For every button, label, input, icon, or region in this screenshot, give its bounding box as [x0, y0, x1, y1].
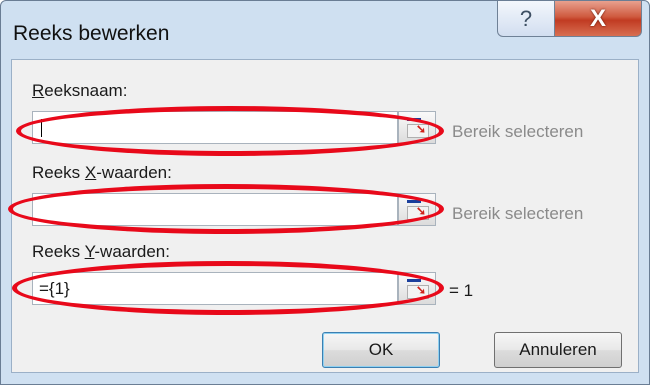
- edit-series-dialog: Reeks bewerken ? X Reeksnaam: ➘ Bereik s…: [0, 0, 650, 385]
- series-name-label-text: eeksnaam:: [44, 81, 128, 100]
- series-name-range-hint: Bereik selecteren: [452, 122, 584, 141]
- x-values-range-picker-button[interactable]: ➘: [398, 193, 436, 226]
- y-values-range-picker-button[interactable]: ➘: [398, 272, 436, 305]
- dialog-content: Reeksnaam: ➘ Bereik selecteren Reeks X-w…: [11, 59, 639, 373]
- x-values-label: Reeks X-waarden:: [32, 163, 172, 182]
- x-values-input[interactable]: [32, 193, 398, 226]
- help-button[interactable]: ?: [497, 1, 555, 37]
- dialog-title: Reeks bewerken: [13, 22, 170, 45]
- close-button[interactable]: X: [554, 1, 642, 37]
- series-name-range-picker-button[interactable]: ➘: [398, 111, 436, 144]
- x-values-range-hint: Bereik selecteren: [452, 204, 584, 223]
- ok-button[interactable]: OK: [322, 332, 440, 368]
- cancel-button[interactable]: Annuleren: [494, 332, 622, 368]
- title-bar[interactable]: Reeks bewerken ? X: [1, 1, 649, 59]
- series-name-label: Reeksnaam:: [32, 81, 128, 100]
- text-caret: [41, 119, 42, 137]
- y-values-label: Reeks Y-waarden:: [32, 242, 170, 261]
- y-values-input[interactable]: ={1}: [32, 272, 398, 305]
- y-values-value: ={1}: [39, 279, 70, 298]
- close-icon: X: [589, 4, 606, 32]
- series-name-input[interactable]: [32, 111, 398, 144]
- y-values-result: = 1: [449, 281, 474, 300]
- help-icon: ?: [519, 5, 533, 31]
